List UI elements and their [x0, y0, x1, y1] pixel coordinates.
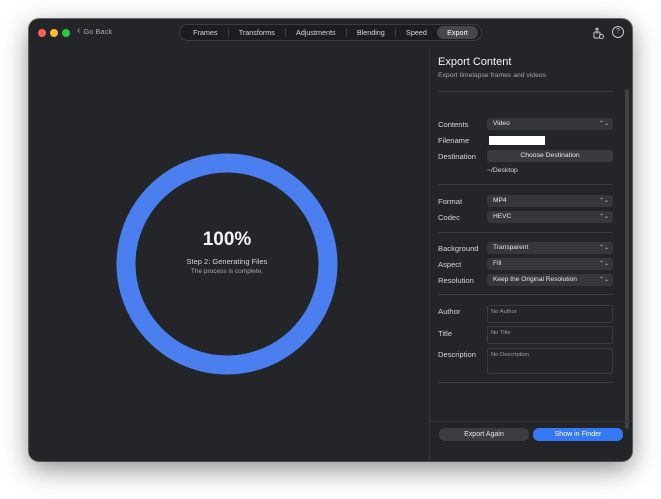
format-label: Format [438, 197, 463, 206]
tab-blending[interactable]: Blending [347, 26, 395, 39]
app-window: ‹ Go Back Frames Transforms Adjustments … [29, 19, 632, 461]
resolution-value: Keep the Original Resolution [493, 276, 577, 283]
progress-step-label: Step 2: Generating Files [186, 257, 268, 266]
progress-status-message: The process is complete. [190, 268, 264, 275]
background-label: Background [438, 244, 479, 253]
aspect-value: Fill [493, 260, 502, 267]
tab-speed[interactable]: Speed [396, 26, 437, 39]
updown-chevron-icon: ⌃⌄ [598, 121, 609, 127]
updown-chevron-icon: ⌃⌄ [598, 261, 609, 267]
contents-label: Contents [438, 120, 469, 129]
export-again-button[interactable]: Export Again [439, 428, 529, 441]
minimize-window-button[interactable] [50, 29, 58, 37]
codec-select[interactable]: HEVC ⌃⌄ [487, 211, 613, 223]
section-divider [438, 382, 613, 383]
tab-bar: Frames Transforms Adjustments Blending S… [179, 24, 482, 41]
show-in-finder-button[interactable]: Show in Finder [533, 428, 623, 441]
panel-title: Export Content [438, 56, 512, 68]
author-field[interactable]: No Author [487, 305, 613, 323]
destination-path: ~/Desktop [487, 167, 518, 174]
tab-adjustments[interactable]: Adjustments [286, 26, 346, 39]
go-back-button[interactable]: ‹ Go Back [77, 25, 113, 37]
go-back-label: Go Back [83, 27, 113, 36]
tab-frames[interactable]: Frames [183, 26, 228, 39]
updown-chevron-icon: ⌃⌄ [598, 277, 609, 283]
resolution-select[interactable]: Keep the Original Resolution ⌃⌄ [487, 274, 613, 286]
close-window-button[interactable] [38, 29, 46, 37]
format-value: MP4 [493, 197, 507, 204]
description-label: Description [438, 350, 476, 359]
tab-export[interactable]: Export [436, 26, 478, 39]
updown-chevron-icon: ⌃⌄ [598, 214, 609, 220]
share-export-icon[interactable] [592, 26, 604, 39]
author-label: Author [438, 307, 461, 316]
help-icon[interactable]: ? [612, 26, 624, 38]
choose-destination-button[interactable]: Choose Destination [487, 150, 613, 162]
title-label: Title [438, 329, 453, 338]
contents-value: Video [493, 120, 510, 127]
panel-scrollbar[interactable] [625, 89, 629, 429]
footer-divider [430, 421, 632, 422]
updown-chevron-icon: ⌃⌄ [598, 198, 609, 204]
contents-select[interactable]: Video ⌃⌄ [487, 118, 613, 130]
codec-value: HEVC [493, 213, 512, 220]
description-field[interactable]: No Description [487, 348, 613, 374]
title-bar: ‹ Go Back Frames Transforms Adjustments … [29, 19, 632, 47]
background-value: Transparent [493, 244, 529, 251]
aspect-label: Aspect [438, 260, 462, 269]
codec-label: Codec [438, 213, 460, 222]
section-divider [438, 91, 613, 92]
section-divider [438, 294, 613, 295]
panel-subtitle: Export timelapse frames and videos [438, 72, 547, 79]
resolution-label: Resolution [438, 276, 474, 285]
export-panel: Export Content Export timelapse frames a… [429, 47, 632, 461]
background-select[interactable]: Transparent ⌃⌄ [487, 242, 613, 254]
chevron-left-icon: ‹ [77, 25, 81, 36]
section-divider [438, 184, 613, 185]
filename-input[interactable] [489, 136, 545, 145]
aspect-select[interactable]: Fill ⌃⌄ [487, 258, 613, 270]
format-select[interactable]: MP4 ⌃⌄ [487, 195, 613, 207]
title-field[interactable]: No Title [487, 326, 613, 344]
tab-transforms[interactable]: Transforms [229, 26, 285, 39]
section-divider [438, 232, 613, 233]
progress-percentage: 100% [202, 229, 252, 250]
filename-label: Filename [438, 136, 470, 145]
zoom-window-button[interactable] [62, 29, 70, 37]
updown-chevron-icon: ⌃⌄ [598, 245, 609, 251]
destination-label: Destination [438, 152, 476, 161]
